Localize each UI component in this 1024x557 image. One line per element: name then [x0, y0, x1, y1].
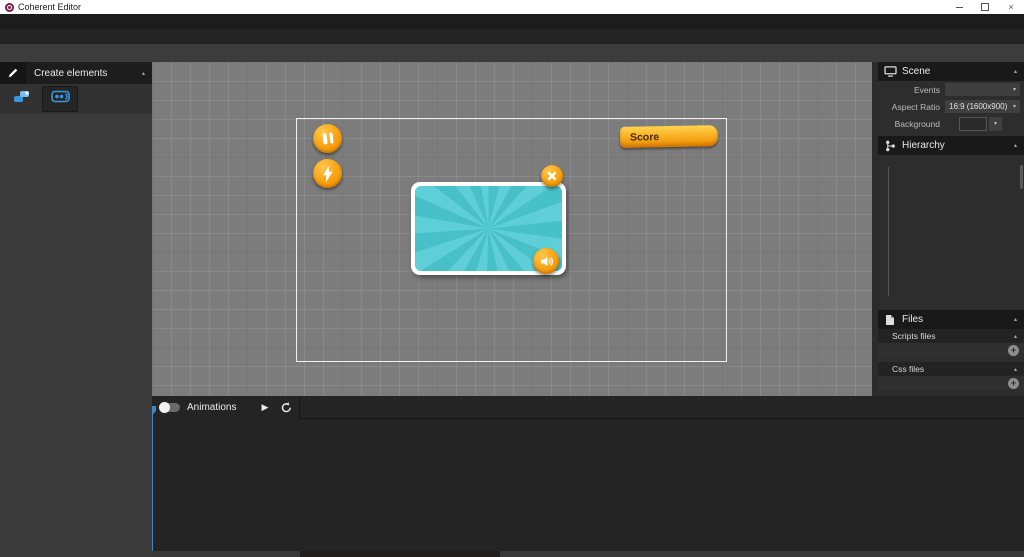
close-button[interactable]: × [998, 0, 1024, 14]
design-canvas[interactable]: Score [152, 62, 872, 396]
files-collapse-icon[interactable]: ▴ [1014, 316, 1017, 323]
scene-title: Scene [902, 66, 930, 77]
scripts-files-row: + [878, 343, 1024, 357]
tree-guide-line [888, 167, 889, 296]
play-button[interactable]: ▶ [261, 402, 268, 413]
repeat-button[interactable] [281, 402, 292, 413]
components-icon [13, 90, 31, 109]
animations-title: Animations [187, 402, 236, 413]
events-dropdown[interactable]: ▾ [945, 83, 1020, 96]
pencil-icon [0, 62, 26, 84]
widgets-icon [51, 90, 70, 108]
dropdown-caret-icon: ▾ [1013, 86, 1016, 93]
menu-close-button[interactable] [541, 165, 563, 187]
create-elements-title: Create elements [34, 68, 107, 79]
bottom-left-filler [0, 396, 152, 557]
files-title: Files [902, 314, 923, 325]
css-files-header[interactable]: Css files ▴ [878, 362, 1024, 376]
playhead[interactable] [152, 406, 153, 551]
window-controls: × [946, 0, 1024, 14]
hierarchy-section-header[interactable]: Hierarchy ▴ [878, 136, 1024, 155]
css-collapse-icon[interactable]: ▴ [1014, 366, 1017, 373]
collapse-arrow-icon[interactable]: ▴ [142, 70, 145, 77]
create-elements-header[interactable]: Create elements ▴ [0, 62, 152, 84]
sound-button[interactable] [533, 248, 559, 274]
add-script-button[interactable]: + [1008, 345, 1019, 356]
timeline-scrollbar[interactable] [152, 551, 1024, 557]
coherent-editor-window: Coherent Editor × Create elements ▴ [0, 0, 1024, 557]
scene-icon [878, 66, 902, 77]
maximize-button[interactable] [972, 0, 998, 14]
scene-section-header[interactable]: Scene ▴ [878, 62, 1024, 81]
timeline-ruler[interactable] [300, 396, 1024, 419]
lightning-icon [321, 165, 335, 182]
element-list [0, 114, 152, 122]
events-label: Events [878, 85, 945, 95]
css-files-label: Css files [892, 364, 924, 374]
scripts-files-label: Scripts files [892, 331, 935, 341]
menu-bar [0, 14, 1024, 29]
hierarchy-tree [878, 155, 1024, 304]
aspect-ratio-value: 16:9 (1600x900) [945, 102, 1007, 111]
app-logo-icon [5, 3, 14, 12]
files-section-header[interactable]: Files ▴ [878, 310, 1024, 329]
dropdown-caret-icon: ▾ [1013, 103, 1016, 110]
scripts-collapse-icon[interactable]: ▴ [1014, 333, 1017, 340]
aspect-ratio-dropdown[interactable]: 16:9 (1600x900) ▾ [945, 100, 1020, 113]
animations-toggle[interactable] [160, 403, 180, 412]
toolbar [0, 44, 1024, 62]
scene-collapse-icon[interactable]: ▴ [1014, 68, 1017, 75]
background-label: Background [878, 119, 945, 129]
hierarchy-title: Hierarchy [902, 140, 945, 151]
hierarchy-icon [878, 140, 902, 152]
timeline-header: Animations ▶ [152, 396, 300, 419]
window-title: Coherent Editor [18, 2, 81, 12]
components-tab[interactable] [4, 86, 40, 112]
speaker-icon [540, 255, 553, 268]
aspect-ratio-label: Aspect Ratio [878, 102, 945, 112]
widgets-tab[interactable] [42, 86, 78, 112]
rabbit-cards [282, 272, 447, 377]
files-icon [878, 314, 902, 326]
scoreboard[interactable]: Score [620, 125, 718, 148]
close-x-icon [547, 171, 557, 181]
lightning-button[interactable] [313, 159, 342, 188]
timeline-scrollbar-thumb[interactable] [300, 551, 500, 557]
hierarchy-scrollbar[interactable] [1020, 165, 1023, 189]
title-bar: Coherent Editor × [0, 0, 1024, 14]
add-css-button[interactable]: + [1008, 378, 1019, 389]
scripts-files-header[interactable]: Scripts files ▴ [878, 329, 1024, 343]
animations-timeline: Animations ▶ [152, 396, 1024, 557]
pause-icon [322, 133, 333, 145]
background-dropdown[interactable]: ▾ [989, 117, 1002, 131]
document-tabs [0, 29, 1024, 44]
element-category-tabs [0, 84, 152, 114]
pause-button[interactable] [313, 124, 342, 153]
score-label: Score [620, 131, 659, 144]
hierarchy-collapse-icon[interactable]: ▴ [1014, 142, 1017, 149]
background-color-swatch[interactable] [959, 117, 987, 131]
minimize-button[interactable] [946, 0, 972, 14]
create-elements-panel: Create elements ▴ [0, 62, 152, 396]
inspector-panel: Scene ▴ Events ▾ Aspect Ratio 16:9 (1600… [878, 62, 1024, 396]
css-files-row: + [878, 376, 1024, 390]
